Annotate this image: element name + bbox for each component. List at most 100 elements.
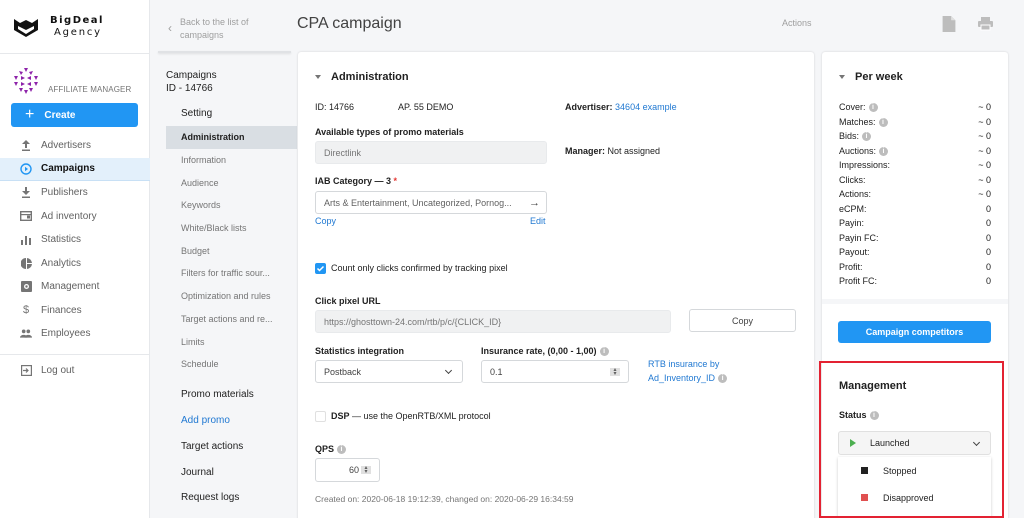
copy-iab-link[interactable]: Copy — [315, 216, 336, 226]
count-clicks-checkbox[interactable] — [315, 263, 326, 274]
qps-input[interactable]: 60 ▴ ▾ — [315, 458, 380, 482]
sidebar-item-label: Analytics — [41, 257, 82, 269]
number-spinner[interactable]: ▴ ▾ — [361, 465, 371, 475]
stat-value: 0 — [985, 232, 991, 243]
subnav-promo-materials[interactable]: Promo materials — [181, 389, 254, 400]
manager-value: Not assigned — [607, 146, 661, 156]
stat-label-text: Payin FC: — [839, 232, 879, 243]
stat-row: eCPM: 0 — [839, 202, 991, 217]
subnav-target-actions[interactable]: Target actions — [181, 441, 243, 452]
sidebar-item-analytics[interactable]: Analytics — [0, 252, 150, 276]
card-divider — [822, 299, 1008, 304]
caret-down-icon — [839, 75, 845, 79]
brand-name: BigDeal Agency — [50, 15, 104, 39]
info-icon[interactable]: i — [878, 117, 888, 127]
sidebar-item-advertisers[interactable]: Advertisers — [0, 134, 150, 158]
qps-label-text: QPS — [315, 444, 335, 454]
stat-value: ~ 0 — [978, 145, 991, 156]
status-option-disapproved[interactable]: Disapproved — [838, 484, 991, 511]
dsp-label: DSP — use the OpenRTB/XML protocol — [331, 411, 491, 421]
sidebar-item-publishers[interactable]: Publishers — [0, 181, 150, 205]
per-week-toggle[interactable]: Per week — [839, 71, 903, 83]
administration-card: Administration ID: 14766 AP. 55 DEMO Adv… — [298, 52, 814, 518]
stat-value: ~ 0 — [978, 131, 991, 142]
add-promo-link[interactable]: Add promo — [181, 415, 230, 426]
logout-button[interactable]: Log out — [0, 359, 150, 383]
subnav-item-limits[interactable]: Limits — [166, 330, 297, 353]
stat-label-text: Payin: — [839, 218, 865, 229]
stat-label-text: Impressions: — [839, 160, 891, 171]
back-to-campaigns-link[interactable]: ‹ Back to the list of campaigns — [168, 16, 288, 42]
actions-menu[interactable]: Actions — [782, 18, 812, 28]
sidebar: BigDeal Agency AFFILIATE MANAGER + Creat… — [0, 0, 150, 518]
administration-section-toggle[interactable]: Administration — [315, 71, 409, 83]
document-icon[interactable] — [942, 16, 956, 32]
stat-row: Actions: ~ 0 — [839, 187, 991, 202]
launched-play-icon — [850, 439, 856, 447]
info-icon[interactable]: i — [862, 132, 872, 142]
info-icon[interactable]: i — [718, 374, 728, 384]
stats-integration-value: Postback — [324, 366, 362, 377]
checkmark-icon — [316, 265, 325, 272]
iab-label-text: IAB Category — 3 — [315, 176, 392, 186]
stat-label: Profit FC: — [839, 276, 877, 286]
stat-value: ~ 0 — [978, 160, 991, 171]
info-icon[interactable]: i — [337, 445, 347, 455]
settings-box-icon — [20, 281, 32, 293]
stat-label-text: Profit FC: — [839, 276, 878, 287]
dollar-icon: $ — [22, 304, 30, 317]
stat-label-text: Cover: — [839, 102, 866, 113]
number-spinner[interactable]: ▴ ▾ — [610, 367, 620, 377]
info-icon[interactable]: i — [869, 411, 879, 421]
manager-label: Manager: — [565, 146, 606, 156]
status-option-stopped[interactable]: Stopped — [838, 457, 991, 484]
per-week-title: Per week — [855, 71, 903, 83]
edit-iab-link[interactable]: Edit — [530, 216, 546, 226]
stopped-square-icon — [861, 467, 868, 474]
required-marker: * — [393, 176, 398, 186]
chevron-down-icon — [972, 438, 981, 447]
stat-row: Payin: 0 — [839, 216, 991, 231]
copy-pixel-button[interactable]: Copy — [689, 309, 796, 332]
rtb-insurance-link[interactable]: RTB insurance by Ad_Inventory_ID i — [648, 357, 728, 385]
sidebar-item-finances[interactable]: $ Finances — [0, 299, 150, 323]
subnav-item-optimization[interactable]: Optimization and rules — [166, 285, 297, 308]
sidebar-item-employees[interactable]: Employees — [0, 322, 150, 346]
subnav-item-information[interactable]: Information — [166, 149, 297, 172]
sidebar-item-management[interactable]: Management — [0, 275, 150, 299]
status-select[interactable]: Launched — [838, 431, 991, 455]
user-role: AFFILIATE MANAGER — [48, 85, 132, 94]
create-button[interactable]: + Create — [11, 103, 138, 127]
subnav-item-schedule[interactable]: Schedule — [166, 353, 297, 376]
info-icon[interactable]: i — [879, 146, 889, 156]
per-week-stats: Cover: i ~ 0 Matches: i ~ 0 Bids: i ~ 0 Auctions:… — [839, 100, 991, 289]
subnav-request-logs[interactable]: Request logs — [181, 492, 239, 503]
subnav-item-keywords[interactable]: Keywords — [166, 194, 297, 217]
iab-category-field[interactable]: Arts & Entertainment, Uncategorized, Por… — [315, 191, 547, 214]
campaign-heading: Campaigns ID - 14766 — [166, 69, 217, 95]
info-icon[interactable]: i — [868, 103, 878, 113]
subnav-journal[interactable]: Journal — [181, 467, 214, 478]
campaign-competitors-button[interactable]: Campaign competitors — [838, 321, 991, 343]
subnav-item-administration[interactable]: Administration — [166, 126, 297, 149]
brand[interactable]: BigDeal Agency — [0, 0, 149, 54]
sidebar-item-ad-inventory[interactable]: Ad inventory — [0, 205, 150, 229]
sidebar-item-statistics[interactable]: Statistics — [0, 228, 150, 252]
stat-value: 0 — [985, 247, 991, 258]
subnav-item-filters[interactable]: Filters for traffic sour... — [166, 262, 297, 285]
subnav-item-white-black-lists[interactable]: White/Black lists — [166, 217, 297, 240]
promo-types-field: Directlink — [315, 141, 547, 164]
sidebar-item-label: Ad inventory — [41, 210, 97, 222]
subnav-item-audience[interactable]: Audience — [166, 171, 297, 194]
plus-icon: + — [25, 106, 35, 123]
subnav-item-budget[interactable]: Budget — [166, 239, 297, 262]
subnav-item-target-actions-rewards[interactable]: Target actions and re... — [166, 308, 297, 331]
stats-integration-select[interactable]: Postback — [315, 360, 463, 383]
dsp-checkbox[interactable] — [315, 411, 326, 422]
print-icon[interactable] — [978, 16, 993, 32]
advertiser-link[interactable]: 34604 example — [615, 102, 677, 112]
sidebar-item-campaigns[interactable]: Campaigns — [0, 157, 150, 181]
insurance-rate-input[interactable]: 0.1 ▴ ▾ — [481, 360, 629, 383]
info-icon[interactable]: i — [599, 347, 609, 357]
logout-label: Log out — [41, 364, 75, 376]
